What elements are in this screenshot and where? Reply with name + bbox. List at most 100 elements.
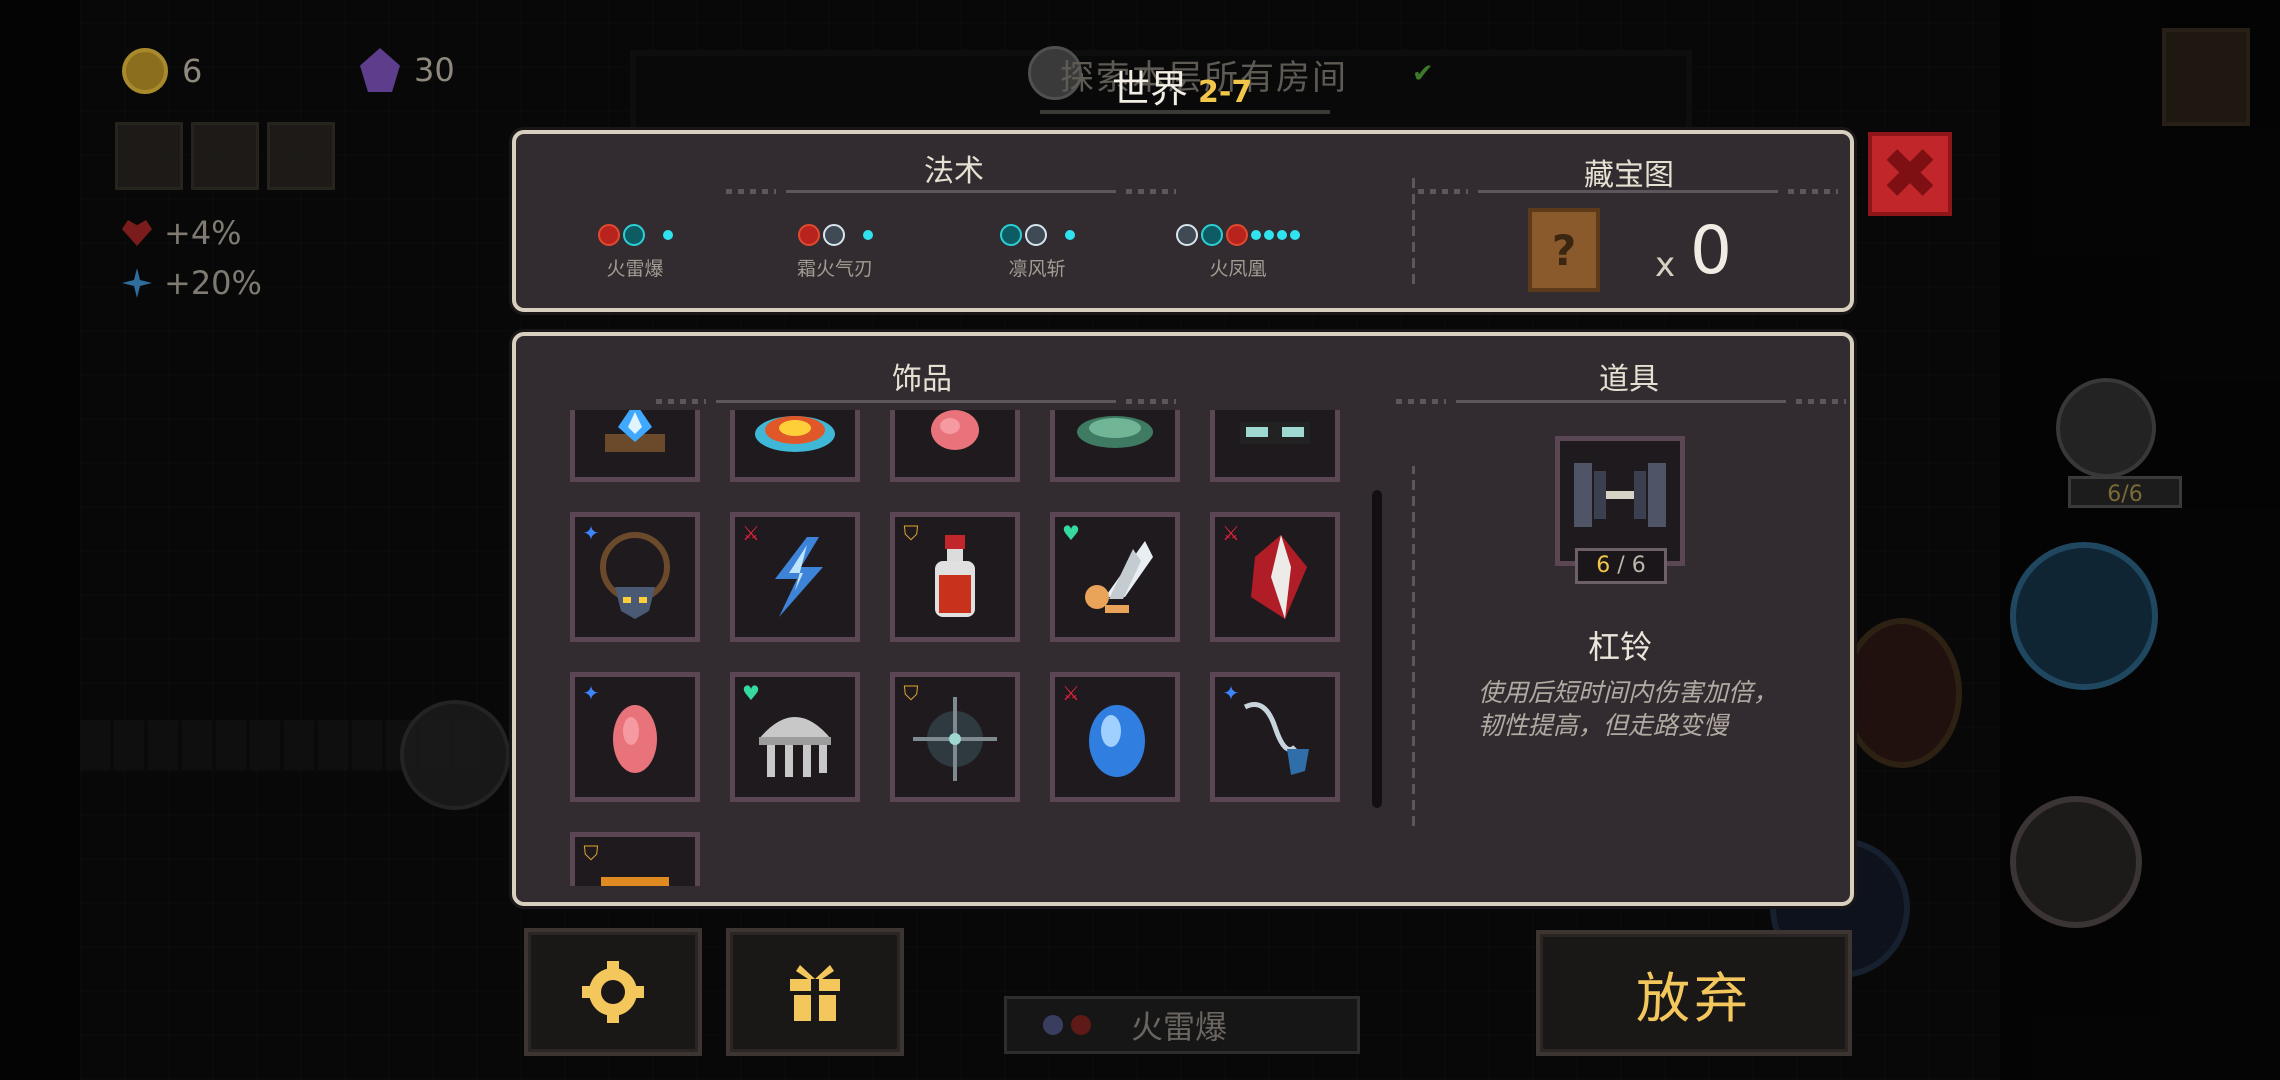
spell-element-icons <box>1168 222 1308 248</box>
ice-orb-icon <box>1176 224 1198 246</box>
fire-orb-icon <box>1071 1015 1091 1035</box>
treasure-divider <box>1418 189 1838 194</box>
panel-separator <box>1412 466 1415 826</box>
gift-icon <box>790 965 840 1021</box>
spell-level-dot <box>1264 230 1274 240</box>
accessory-slot[interactable]: ⚔ <box>730 512 860 642</box>
accessory-slot[interactable] <box>1210 410 1340 482</box>
accessory-grid[interactable]: ✦ ⚔ ⛉ ♥ ⚔ ✦ ♥ ⛉ ⚔ ✦ ⛉ <box>570 410 1340 886</box>
world-number: 2-7 <box>1198 75 1253 110</box>
spell-level-dot <box>862 230 873 240</box>
prop-count-separator: / <box>1617 553 1632 578</box>
minimap-icon[interactable] <box>2162 28 2250 126</box>
ice-orb-icon <box>1043 1015 1063 1035</box>
iron-helmet-icon <box>759 717 831 777</box>
lightning-orb-icon <box>999 224 1022 246</box>
spell-level-dot <box>1277 230 1287 240</box>
spell-name: 火雷爆 <box>606 258 664 280</box>
attack-button[interactable] <box>2010 796 2142 928</box>
check-icon: ✔ <box>1412 59 1434 89</box>
coin-count: 6 <box>182 52 203 90</box>
accessory-slot[interactable]: ⛉ <box>890 672 1020 802</box>
move-joystick[interactable] <box>400 700 510 810</box>
gear-icon <box>582 961 644 1023</box>
prop-count-current: 6 <box>1596 553 1611 578</box>
spell-cold-wind-slash[interactable]: 凛风斩 <box>972 222 1102 281</box>
treasure-map-multiplier: x <box>1655 245 1676 285</box>
settings-button[interactable] <box>524 928 702 1056</box>
props-title: 道具 <box>1599 362 1659 397</box>
wolf-pendant-necklace-icon <box>600 532 670 619</box>
accessory-slot[interactable]: ✦ <box>570 672 700 802</box>
accessory-slot[interactable]: ⚔ <box>1050 672 1180 802</box>
prop-description: 使用后短时间内伤害加倍，韧性提高，但走路变慢 <box>1478 678 1779 740</box>
accessory-slot[interactable]: ⛉ <box>570 832 700 886</box>
treasure-chest-icon <box>601 877 669 886</box>
spell-name: 火凤凰 <box>1209 258 1267 280</box>
accessory-slot[interactable] <box>730 410 860 482</box>
accessory-slot[interactable] <box>570 410 700 482</box>
spell-fire-phoenix[interactable]: 火凤凰 <box>1168 222 1308 281</box>
dark-goggles-icon <box>1240 422 1310 444</box>
banner-divider <box>1040 110 1330 114</box>
coin-counter: 6 <box>122 48 202 94</box>
spell-fire-thunder[interactable]: 火雷爆 <box>570 222 700 281</box>
dark-spiky-orb-icon <box>913 697 997 781</box>
lightning-orb-icon <box>622 224 645 246</box>
red-crystal-icon <box>1251 535 1307 619</box>
abandon-label: 放弃 <box>1636 966 1752 1030</box>
ice-lightning-bolt-icon <box>775 537 823 617</box>
treasure-map-icon[interactable]: ? <box>1528 208 1600 292</box>
spell-level-dot <box>1290 230 1300 240</box>
fire-orb-shield-icon <box>755 416 835 452</box>
accessory-slot[interactable]: ✦ <box>1210 672 1340 802</box>
spell-element-icons <box>972 222 1102 248</box>
snowflake-skill-icon[interactable] <box>2010 542 2158 690</box>
blue-chain-pendant-icon <box>1243 702 1309 775</box>
accessory-slot[interactable]: ✦ <box>570 512 700 642</box>
abandon-button[interactable]: 放弃 <box>1536 930 1852 1056</box>
spells-divider <box>726 189 1176 194</box>
spell-level-dot <box>662 230 673 240</box>
accessory-slot[interactable]: ⚔ <box>1210 512 1340 642</box>
world-label: 世界 <box>1112 67 1189 111</box>
energy-icon <box>122 268 152 298</box>
lightning-orb-icon <box>1201 224 1223 246</box>
buff-list <box>115 122 335 190</box>
gift-button[interactable] <box>726 928 904 1056</box>
buff-slot <box>115 122 183 190</box>
close-button[interactable]: ✖ <box>1868 132 1952 216</box>
spell-level-dot <box>1064 230 1075 240</box>
accessory-slot[interactable]: ♥ <box>730 672 860 802</box>
spell-name: 凛风斩 <box>1008 258 1066 280</box>
coin-icon <box>122 48 168 94</box>
accessory-slot[interactable]: ♥ <box>1050 512 1180 642</box>
treasure-map-title: 藏宝图 <box>1584 158 1674 193</box>
spell-frost-fire-blade[interactable]: 霜火气刃 <box>770 222 900 281</box>
accessory-slot[interactable]: ⛉ <box>890 512 1020 642</box>
energy-bonus-value: +20% <box>164 264 262 302</box>
spell-element-icons <box>570 222 700 248</box>
fire-skill-icon[interactable] <box>1842 618 1962 768</box>
red-potion-bottle-icon <box>935 535 975 617</box>
panel-separator <box>1412 174 1415 284</box>
prop-slot[interactable] <box>1555 436 1685 566</box>
spells-panel: 法术 藏宝图 <box>512 130 1854 312</box>
accessory-scrollbar[interactable] <box>1372 490 1382 808</box>
prop-count-total: 6 <box>1631 553 1646 578</box>
accessory-slot[interactable] <box>890 410 1020 482</box>
treasure-map-count: 0 <box>1690 212 1732 289</box>
energy-bonus: +20% <box>122 264 262 302</box>
hp-bonus-value: +4% <box>164 214 242 252</box>
barbell-quick-icon[interactable] <box>2056 378 2156 478</box>
props-divider <box>1396 399 1846 404</box>
current-spell-name: 火雷爆 <box>1131 1008 1228 1046</box>
gem-counter: 30 <box>360 48 455 92</box>
raw-meat-icon <box>931 410 979 450</box>
barbell-quick-count: 6/6 <box>2068 476 2182 508</box>
prop-count: 6 / 6 <box>1575 548 1667 584</box>
accessory-slot[interactable] <box>1050 410 1180 482</box>
blue-crystal-hat-icon <box>605 410 665 452</box>
raw-meat-icon <box>613 705 657 773</box>
accessories-title: 饰品 <box>892 362 952 397</box>
